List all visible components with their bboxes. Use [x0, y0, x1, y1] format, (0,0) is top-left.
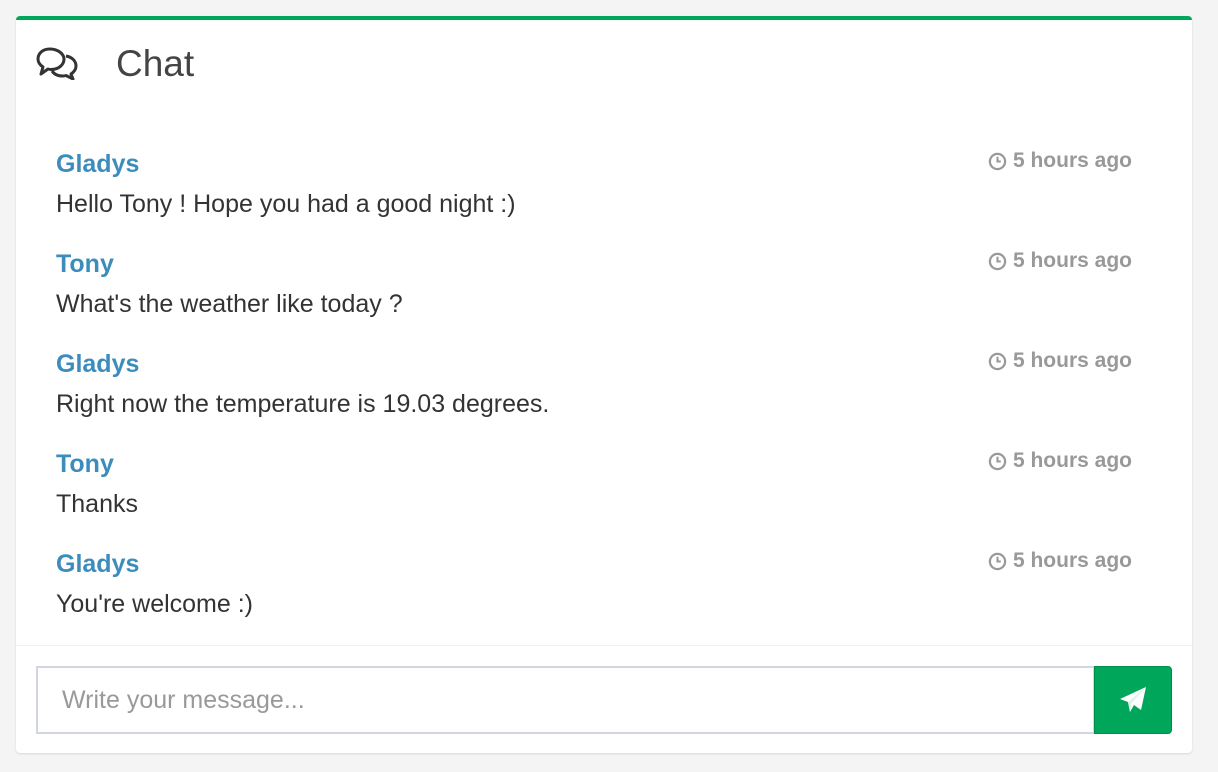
chat-footer	[16, 645, 1192, 753]
message-text: You're welcome :)	[56, 590, 253, 618]
clock-icon	[988, 552, 1007, 570]
paper-plane-icon	[1120, 687, 1146, 712]
message-author[interactable]: Gladys	[56, 348, 139, 380]
message-text: Right now the temperature is 19.03 degre…	[56, 390, 550, 418]
message-time-text: 5 hours ago	[1012, 149, 1132, 172]
message-timestamp: 5 hours ago	[988, 346, 1132, 376]
message-timestamp: 5 hours ago	[988, 446, 1132, 476]
clock-icon	[988, 352, 1007, 370]
message-time-text: 5 hours ago	[1012, 249, 1132, 272]
message-timestamp: 5 hours ago	[988, 546, 1132, 576]
comments-icon	[36, 47, 78, 80]
message-text: What's the weather like today ?	[56, 290, 403, 318]
message-time-text: 5 hours ago	[1012, 549, 1132, 572]
message-author[interactable]: Gladys	[56, 148, 139, 180]
message-time-text: 5 hours ago	[1012, 449, 1132, 472]
clock-icon	[988, 452, 1007, 470]
clock-icon	[988, 152, 1007, 170]
message-text: Thanks	[56, 490, 138, 518]
message-item: Gladys 5 hours ago Right now the tempera…	[16, 340, 1192, 440]
message-item: Tony 5 hours ago Thanks	[16, 440, 1192, 540]
chat-title: Chat	[116, 43, 195, 84]
message-item: Gladys 5 hours ago Hello Tony ! Hope you…	[16, 140, 1192, 240]
chat-header: Chat	[16, 20, 1192, 110]
message-item: Gladys 5 hours ago You're welcome :)	[16, 540, 1192, 640]
message-timestamp: 5 hours ago	[988, 146, 1132, 176]
message-author[interactable]: Gladys	[56, 548, 139, 580]
clock-icon	[988, 252, 1007, 270]
message-list: Gladys 5 hours ago Hello Tony ! Hope you…	[16, 140, 1192, 640]
message-item: Tony 5 hours ago What's the weather like…	[16, 240, 1192, 340]
message-timestamp: 5 hours ago	[988, 246, 1132, 276]
message-author[interactable]: Tony	[56, 248, 114, 280]
message-time-text: 5 hours ago	[1012, 349, 1132, 372]
send-button[interactable]	[1094, 666, 1172, 734]
message-text: Hello Tony ! Hope you had a good night :…	[56, 190, 516, 218]
message-author[interactable]: Tony	[56, 448, 114, 480]
chat-box: Chat Gladys 5 hours ago Hello Tony ! Hop…	[16, 16, 1192, 753]
message-input[interactable]	[36, 666, 1095, 734]
